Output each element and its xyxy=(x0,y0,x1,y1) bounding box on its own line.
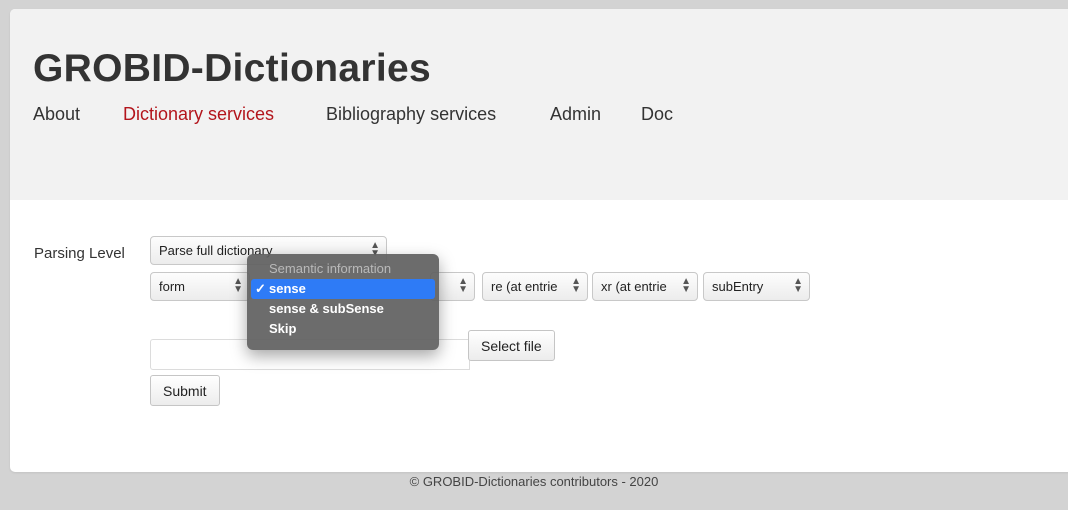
nav-about[interactable]: About xyxy=(33,104,80,125)
re-field-select[interactable]: re (at entrie ▲ ▼ xyxy=(482,272,588,301)
dropdown-option-sense-subsense[interactable]: sense & subSense xyxy=(247,299,439,319)
select-arrows-icon: ▲▼ xyxy=(793,276,803,295)
main-card: GROBID-Dictionaries About Dictionary ser… xyxy=(10,9,1068,472)
xr-field-select[interactable]: xr (at entrie ▲ ▼ xyxy=(592,272,698,301)
subentry-field-select[interactable]: subEntry ▲ ▼ xyxy=(703,272,810,301)
select-arrows-icon: ▲▼ xyxy=(233,276,243,295)
nav-bibliography-services[interactable]: Bibliography services xyxy=(326,104,496,125)
re-field-value: re (at entrie xyxy=(491,279,558,294)
page-title: GROBID-Dictionaries xyxy=(33,47,431,90)
dropdown-option-label: sense xyxy=(269,281,306,296)
form-field-select[interactable]: form ▲ ▼ xyxy=(150,272,250,301)
parsing-level-label: Parsing Level xyxy=(34,245,125,262)
page-header: GROBID-Dictionaries About Dictionary ser… xyxy=(10,9,1068,200)
dropdown-option-skip[interactable]: Skip xyxy=(247,319,439,339)
select-arrows-icon: ▲▼ xyxy=(571,276,581,295)
dropdown-option-label: sense & subSense xyxy=(269,301,384,316)
select-arrows-icon: ▲▼ xyxy=(458,276,468,295)
nav-admin[interactable]: Admin xyxy=(550,104,601,125)
nav-dictionary-services[interactable]: Dictionary services xyxy=(123,104,274,125)
nav-doc[interactable]: Doc xyxy=(641,104,673,125)
semantic-information-dropdown: Semantic information ✓ sense sense & sub… xyxy=(247,254,439,350)
top-strip xyxy=(0,0,1068,9)
form-field-value: form xyxy=(159,279,185,294)
submit-button[interactable]: Submit xyxy=(150,375,220,406)
page-footer: © GROBID-Dictionaries contributors - 202… xyxy=(409,474,659,489)
checkmark-icon: ✓ xyxy=(255,281,266,296)
subentry-field-value: subEntry xyxy=(712,279,764,294)
dropdown-group-header: Semantic information xyxy=(269,261,392,276)
select-file-button[interactable]: Select file xyxy=(468,330,555,361)
dropdown-option-label: Skip xyxy=(269,321,297,336)
dropdown-option-sense[interactable]: ✓ sense xyxy=(251,279,435,299)
xr-field-value: xr (at entrie xyxy=(601,279,667,294)
select-arrows-icon: ▲▼ xyxy=(681,276,691,295)
